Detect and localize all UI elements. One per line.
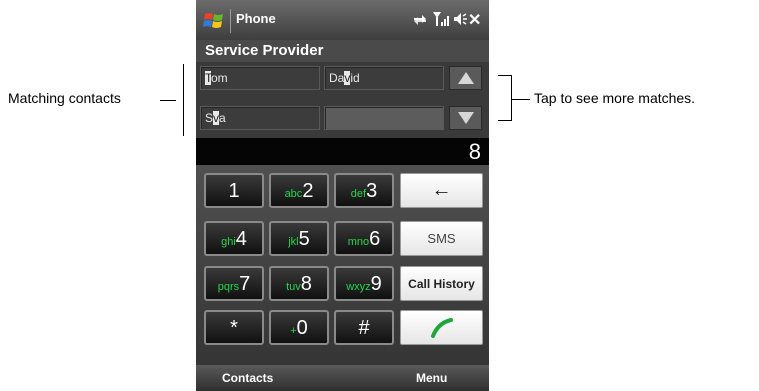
connectivity-icon[interactable] — [412, 12, 428, 28]
right-bracket-top — [498, 75, 512, 76]
contact-match-empty — [324, 106, 444, 130]
keypad: 1 abc2 def3 ← ghi4 jkl5 mno6 SMS pqrs7 t… — [196, 165, 489, 365]
more-matches-label: Tap to see more matches. — [534, 90, 696, 106]
key-digit: 4 — [235, 228, 247, 250]
contact-name-rest: id — [350, 71, 360, 85]
key-digit: 7 — [239, 273, 251, 295]
key-6[interactable]: mno6 — [334, 221, 394, 256]
signal-icon[interactable] — [432, 10, 450, 28]
contact-name-prefix: Da — [329, 71, 345, 85]
key-digit: * — [230, 317, 238, 339]
key-1[interactable]: 1 — [204, 173, 264, 208]
contact-name-prefix: S — [205, 111, 214, 125]
contact-match-siva[interactable]: Sva — [200, 106, 320, 130]
key-digit: 8 — [300, 273, 312, 295]
key-7[interactable]: pqrs7 — [204, 266, 264, 301]
backspace-button[interactable]: ← — [400, 173, 483, 208]
dialed-number: 8 — [468, 139, 481, 164]
key-9[interactable]: wxyz9 — [334, 266, 394, 301]
key-letters: ghi — [221, 236, 236, 248]
call-history-button[interactable]: Call History — [400, 266, 483, 301]
key-letters: jkl — [288, 236, 299, 248]
dialed-number-bar: 8 — [196, 138, 489, 165]
service-provider-label: Service Provider — [196, 40, 489, 62]
phone-handset-icon — [430, 318, 453, 338]
key-star[interactable]: * — [204, 310, 264, 345]
contact-match-tom[interactable]: Tom — [200, 66, 320, 90]
left-bracket — [183, 64, 184, 136]
right-bracket-bottom — [498, 120, 512, 121]
menu-softkey[interactable]: Menu — [416, 371, 447, 385]
key-8[interactable]: tuv8 — [269, 266, 329, 301]
contacts-softkey[interactable]: Contacts — [222, 371, 273, 385]
contact-name-rest: a — [219, 111, 226, 125]
key-digit: 3 — [366, 180, 378, 202]
matching-contacts-area: Tom David Sva — [196, 62, 489, 138]
close-icon[interactable]: ✕ — [468, 10, 481, 30]
right-callout-line — [511, 99, 530, 100]
key-letters: mno — [347, 236, 370, 248]
key-digit: # — [358, 317, 370, 339]
volume-icon[interactable] — [452, 11, 468, 27]
key-0[interactable]: +0 — [269, 310, 329, 345]
key-digit: 9 — [370, 273, 382, 295]
contact-match-david[interactable]: David — [324, 66, 444, 90]
backspace-arrow-icon: ← — [431, 179, 452, 201]
key-digit: 1 — [228, 180, 240, 202]
title-separator — [230, 9, 231, 33]
key-hash[interactable]: # — [334, 310, 394, 345]
sms-button[interactable]: SMS — [400, 221, 483, 256]
key-2[interactable]: abc2 — [269, 173, 329, 208]
soft-key-bar: Contacts Menu — [196, 365, 489, 391]
triangle-down-icon — [458, 112, 474, 124]
key-letters: def — [350, 188, 367, 200]
left-callout-line — [160, 100, 176, 101]
key-letters: pqrs — [217, 281, 240, 293]
key-4[interactable]: ghi4 — [204, 221, 264, 256]
scroll-up-button[interactable] — [449, 66, 482, 90]
call-button[interactable] — [400, 310, 483, 345]
phone-screen: Phone ✕ Service Provider Tom David Sva 8… — [196, 0, 489, 391]
call-history-label: Call History — [408, 277, 475, 291]
windows-logo-icon[interactable] — [203, 11, 225, 31]
key-letters: abc — [284, 188, 303, 200]
sms-label: SMS — [427, 231, 456, 246]
triangle-up-icon — [458, 72, 474, 84]
title-bar: Phone ✕ — [196, 0, 489, 40]
key-digit: 6 — [369, 228, 381, 250]
key-digit: 5 — [298, 228, 310, 250]
right-bracket-vertical — [511, 75, 512, 121]
key-5[interactable]: jkl5 — [269, 221, 329, 256]
key-letters: tuv — [286, 281, 301, 293]
key-digit: 0 — [296, 317, 308, 339]
scroll-down-button[interactable] — [449, 106, 482, 130]
key-letters: wxyz — [346, 281, 371, 293]
app-title: Phone — [236, 11, 276, 26]
contact-name-rest: om — [211, 71, 228, 85]
key-digit: 2 — [302, 180, 314, 202]
key-3[interactable]: def3 — [334, 173, 394, 208]
matching-contacts-label: Matching contacts — [8, 90, 121, 106]
